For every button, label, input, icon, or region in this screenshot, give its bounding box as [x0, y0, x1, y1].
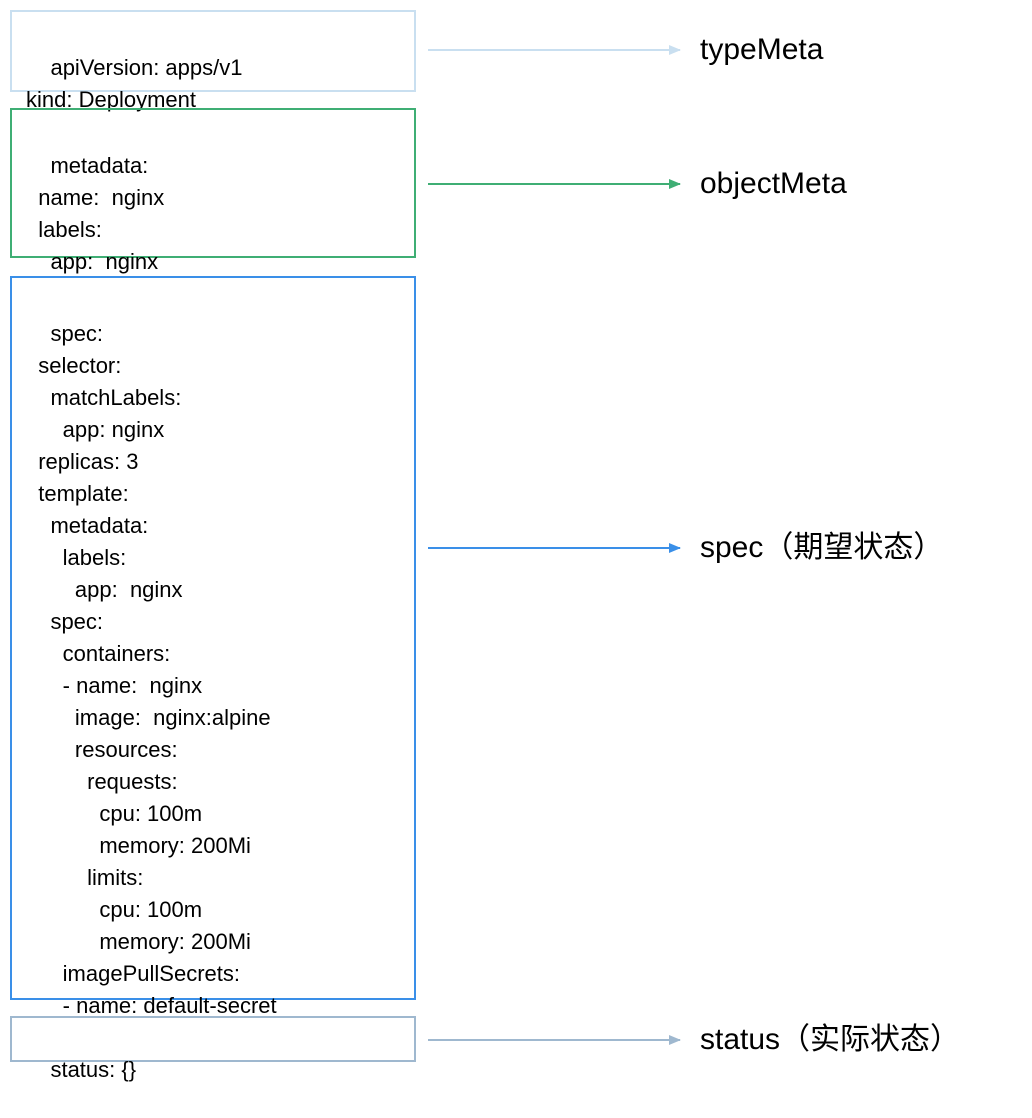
- spec-box: spec: selector: matchLabels: app: nginx …: [10, 276, 416, 1000]
- objectmeta-text: metadata: name: nginx labels: app: nginx: [26, 153, 164, 274]
- label-typemeta: typeMeta: [700, 32, 823, 68]
- typemeta-box: apiVersion: apps/v1 kind: Deployment: [10, 10, 416, 92]
- diagram-canvas: apiVersion: apps/v1 kind: Deployment met…: [0, 0, 1032, 1072]
- status-text: status: {}: [50, 1057, 136, 1082]
- typemeta-text: apiVersion: apps/v1 kind: Deployment: [26, 55, 242, 112]
- label-objectmeta: objectMeta: [700, 166, 847, 202]
- label-status: status（实际状态）: [700, 1022, 960, 1058]
- label-spec: spec（期望状态）: [700, 530, 943, 566]
- objectmeta-box: metadata: name: nginx labels: app: nginx: [10, 108, 416, 258]
- status-box: status: {}: [10, 1016, 416, 1062]
- spec-text: spec: selector: matchLabels: app: nginx …: [26, 321, 277, 1018]
